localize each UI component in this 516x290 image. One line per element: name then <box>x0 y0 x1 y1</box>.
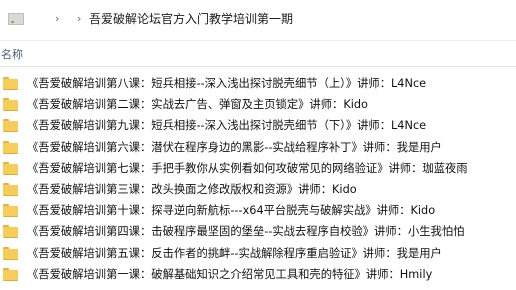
folder-icon <box>3 225 18 239</box>
file-list: 《吾爱破解培训第八课：短兵相接--深入浅出探讨脱壳细节（上）》讲师：L4Nce … <box>0 74 516 286</box>
list-item[interactable]: 《吾爱破解培训第五课：反击作者的挑衅--实战解除程序重启验证》讲师：我是用户 <box>0 244 516 265</box>
folder-icon <box>3 267 18 281</box>
folder-icon <box>3 161 18 175</box>
file-explorer-window: › › 吾爱破解论坛官方入门教学培训第一期 名称 《吾爱破解培训第八课：短兵相接… <box>0 0 516 290</box>
list-item[interactable]: 《吾爱破解培训第六课：潜伏在程序身边的黑影--实战给程序补丁》讲师：我是用户 <box>0 138 516 159</box>
file-name: 《吾爱破解培训第四课：击破程序最坚固的堡垒--实战去程序自校验》讲师：小生我怕怕 <box>27 225 465 239</box>
file-name: 《吾爱破解培训第五课：反击作者的挑衅--实战解除程序重启验证》讲师：我是用户 <box>27 246 442 260</box>
file-name: 《吾爱破解培训第二课：实战去广告、弹窗及主页锁定》讲师：Kido <box>27 98 368 112</box>
breadcrumb-current-folder[interactable]: 吾爱破解论坛官方入门教学培训第一期 <box>89 11 293 27</box>
breadcrumb-separator-icon[interactable]: › <box>55 12 59 26</box>
list-item[interactable]: 《吾爱破解培训第八课：短兵相接--深入浅出探讨脱壳细节（上）》讲师：L4Nce <box>0 74 516 95</box>
breadcrumb-separator-icon[interactable]: › <box>77 12 81 26</box>
folder-icon <box>3 98 18 112</box>
list-item[interactable]: 《吾爱破解培训第七课：手把手教你从实例看如何攻破常见的网络验证》讲师：珈蓝夜雨 <box>0 159 516 180</box>
file-name: 《吾爱破解培训第八课：短兵相接--深入浅出探讨脱壳细节（上）》讲师：L4Nce <box>27 77 427 90</box>
folder-icon <box>3 204 18 218</box>
file-name: 《吾爱破解培训第一课：破解基础知识之介绍常见工具和壳的特征》讲师：Hmily <box>27 267 433 281</box>
folder-icon <box>3 119 18 133</box>
drive-icon[interactable] <box>8 13 24 25</box>
file-name: 《吾爱破解培训第十课：探寻逆向新航标---x64平台脱壳与破解实战》讲师：Kid… <box>27 204 436 218</box>
folder-icon <box>3 77 18 90</box>
file-name: 《吾爱破解培训第九课：短兵相接--深入浅出探讨脱壳细节（下）》讲师：L4Nce <box>27 119 427 133</box>
file-name: 《吾爱破解培训第七课：手把手教你从实例看如何攻破常见的网络验证》讲师：珈蓝夜雨 <box>27 161 468 175</box>
list-item[interactable]: 《吾爱破解培训第一课：破解基础知识之介绍常见工具和壳的特征》讲师：Hmily <box>0 265 516 286</box>
column-header-row: 名称 <box>0 40 516 67</box>
list-item[interactable]: 《吾爱破解培训第二课：实战去广告、弹窗及主页锁定》讲师：Kido <box>0 95 516 116</box>
list-item[interactable]: 《吾爱破解培训第九课：短兵相接--深入浅出探讨脱壳细节（下）》讲师：L4Nce <box>0 116 516 137</box>
list-item[interactable]: 《吾爱破解培训第三课：改头换面之修改版权和资源》讲师：Kido <box>0 180 516 201</box>
file-name: 《吾爱破解培训第六课：潜伏在程序身边的黑影--实战给程序补丁》讲师：我是用户 <box>27 140 442 154</box>
column-header-name[interactable]: 名称 <box>1 48 23 62</box>
address-bar[interactable]: › › 吾爱破解论坛官方入门教学培训第一期 <box>0 0 516 41</box>
folder-icon <box>3 246 18 260</box>
list-item[interactable]: 《吾爱破解培训第四课：击破程序最坚固的堡垒--实战去程序自校验》讲师：小生我怕怕 <box>0 222 516 243</box>
list-item[interactable]: 《吾爱破解培训第十课：探寻逆向新航标---x64平台脱壳与破解实战》讲师：Kid… <box>0 201 516 222</box>
file-name: 《吾爱破解培训第三课：改头换面之修改版权和资源》讲师：Kido <box>27 182 357 196</box>
folder-icon <box>3 182 18 196</box>
folder-icon <box>3 140 18 154</box>
